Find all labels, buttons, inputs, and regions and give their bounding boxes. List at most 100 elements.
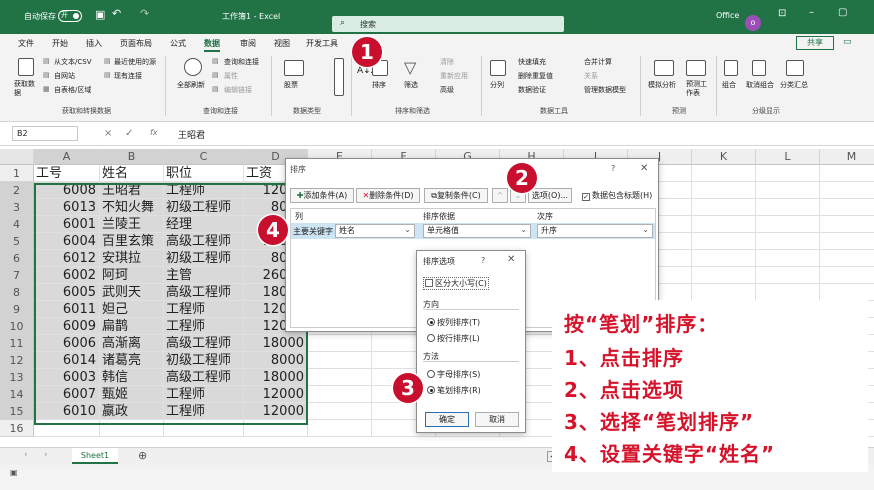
- empty-cell[interactable]: [820, 267, 874, 284]
- search-box[interactable]: ⌕ 搜索: [332, 16, 564, 32]
- select-all[interactable]: [0, 149, 34, 165]
- undo-icon[interactable]: ↶: [112, 7, 121, 20]
- table-cell[interactable]: 王昭君: [100, 182, 164, 199]
- comments-icon[interactable]: ▭: [843, 37, 852, 47]
- has-header-checkbox[interactable]: ✓ 数据包含标题(H): [582, 190, 652, 201]
- table-cell[interactable]: 6008: [34, 182, 100, 199]
- row-header[interactable]: 9: [0, 301, 34, 318]
- stocks-icon[interactable]: [284, 60, 304, 76]
- table-cell[interactable]: 6013: [34, 199, 100, 216]
- stocks-button[interactable]: 股票: [284, 80, 298, 90]
- table-cell[interactable]: 6007: [34, 386, 100, 403]
- table-cell[interactable]: [164, 420, 244, 437]
- empty-cell[interactable]: [308, 420, 372, 437]
- case-sensitive-checkbox[interactable]: 区分大小写(C): [423, 277, 489, 290]
- row-header[interactable]: 11: [0, 335, 34, 352]
- from-web[interactable]: 自网站: [54, 71, 75, 81]
- sort-on-dropdown[interactable]: 单元格值: [423, 224, 531, 238]
- empty-cell[interactable]: [820, 165, 874, 182]
- minimize-icon[interactable]: –: [809, 7, 814, 18]
- table-cell[interactable]: 武则天: [100, 284, 164, 301]
- empty-cell[interactable]: [692, 199, 756, 216]
- row-header[interactable]: 1: [0, 165, 34, 182]
- table-cell[interactable]: 6001: [34, 216, 100, 233]
- sort-column-dropdown[interactable]: 姓名: [335, 224, 415, 238]
- table-cell[interactable]: 6003: [34, 369, 100, 386]
- redo-icon[interactable]: ↷: [140, 7, 149, 20]
- text-to-columns-button[interactable]: 分列: [490, 80, 504, 90]
- table-cell[interactable]: 6009: [34, 318, 100, 335]
- empty-cell[interactable]: [756, 165, 820, 182]
- row-header[interactable]: 4: [0, 216, 34, 233]
- column-header[interactable]: C: [164, 149, 244, 165]
- table-cell[interactable]: 嬴政: [100, 403, 164, 420]
- row-header[interactable]: 8: [0, 284, 34, 301]
- autosave-toggle[interactable]: 开: [58, 10, 82, 22]
- table-cell[interactable]: 6011: [34, 301, 100, 318]
- from-table[interactable]: 自表格/区域: [54, 85, 91, 95]
- table-cell[interactable]: 6004: [34, 233, 100, 250]
- empty-cell[interactable]: [692, 250, 756, 267]
- table-cell[interactable]: 阿珂: [100, 267, 164, 284]
- empty-cell[interactable]: [756, 216, 820, 233]
- from-text-csv[interactable]: 从文本/CSV: [54, 57, 91, 67]
- empty-cell[interactable]: [820, 216, 874, 233]
- table-cell[interactable]: 6010: [34, 403, 100, 420]
- restore-icon[interactable]: ▢: [838, 7, 847, 18]
- get-data-icon[interactable]: [18, 58, 34, 76]
- table-cell[interactable]: 初级工程师: [164, 199, 244, 216]
- row-header[interactable]: 6: [0, 250, 34, 267]
- add-sheet-icon[interactable]: ⊕: [138, 449, 147, 462]
- forecast-sheet-button[interactable]: 预测工作表: [686, 80, 708, 98]
- empty-cell[interactable]: [756, 250, 820, 267]
- row-header[interactable]: 7: [0, 267, 34, 284]
- table-cell[interactable]: 高级工程师: [164, 335, 244, 352]
- table-cell[interactable]: 6014: [34, 352, 100, 369]
- refresh-all-icon[interactable]: [184, 58, 202, 76]
- formula-input[interactable]: 王昭君: [178, 128, 205, 141]
- table-cell[interactable]: [244, 420, 308, 437]
- table-cell[interactable]: 高级工程师: [164, 369, 244, 386]
- get-data-button[interactable]: 获取数据: [14, 80, 40, 98]
- empty-cell[interactable]: [756, 284, 820, 301]
- table-cell[interactable]: 6002: [34, 267, 100, 284]
- table-cell[interactable]: 工程师: [164, 182, 244, 199]
- remove-duplicates[interactable]: 删除重复值: [518, 71, 553, 81]
- table-cell[interactable]: 高渐离: [100, 335, 164, 352]
- empty-cell[interactable]: [692, 267, 756, 284]
- empty-cell[interactable]: [692, 216, 756, 233]
- stroke-sort-radio[interactable]: 笔划排序(R): [427, 385, 481, 396]
- empty-cell[interactable]: [308, 386, 372, 403]
- empty-cell[interactable]: [820, 250, 874, 267]
- sort-by-column-radio[interactable]: 按列排序(T): [427, 317, 480, 328]
- queries-connections[interactable]: 查询和连接: [224, 57, 259, 67]
- tab-view[interactable]: 视图: [274, 38, 290, 49]
- tab-data[interactable]: 数据: [204, 38, 220, 52]
- empty-cell[interactable]: [308, 403, 372, 420]
- row-header[interactable]: 3: [0, 199, 34, 216]
- column-header[interactable]: K: [692, 149, 756, 165]
- empty-cell[interactable]: [308, 352, 372, 369]
- table-cell[interactable]: 初级工程师: [164, 250, 244, 267]
- filter-icon[interactable]: ▽: [404, 58, 416, 77]
- move-up-button[interactable]: ^: [492, 188, 508, 203]
- empty-cell[interactable]: [692, 182, 756, 199]
- copy-condition-button[interactable]: ⧉复制条件(C): [424, 188, 488, 203]
- tab-developer[interactable]: 开发工具: [306, 38, 338, 49]
- data-validation[interactable]: 数据验证: [518, 85, 546, 95]
- options-close-icon[interactable]: ✕: [507, 254, 515, 265]
- existing-connections[interactable]: 现有连接: [114, 71, 142, 81]
- table-cell[interactable]: 18000: [244, 335, 308, 352]
- tab-file[interactable]: 文件: [18, 38, 34, 49]
- row-header[interactable]: 5: [0, 233, 34, 250]
- insert-function-icon[interactable]: fx: [150, 128, 158, 137]
- table-cell[interactable]: 6012: [34, 250, 100, 267]
- datatype-scroll[interactable]: [334, 58, 344, 96]
- save-icon[interactable]: ▣: [95, 8, 105, 21]
- row-header[interactable]: 12: [0, 352, 34, 369]
- forecast-sheet-icon[interactable]: [686, 60, 706, 76]
- tab-review[interactable]: 审阅: [240, 38, 256, 49]
- ungroup-icon[interactable]: [752, 60, 766, 76]
- table-cell[interactable]: 12000: [244, 386, 308, 403]
- cancel-icon[interactable]: ×: [104, 128, 112, 139]
